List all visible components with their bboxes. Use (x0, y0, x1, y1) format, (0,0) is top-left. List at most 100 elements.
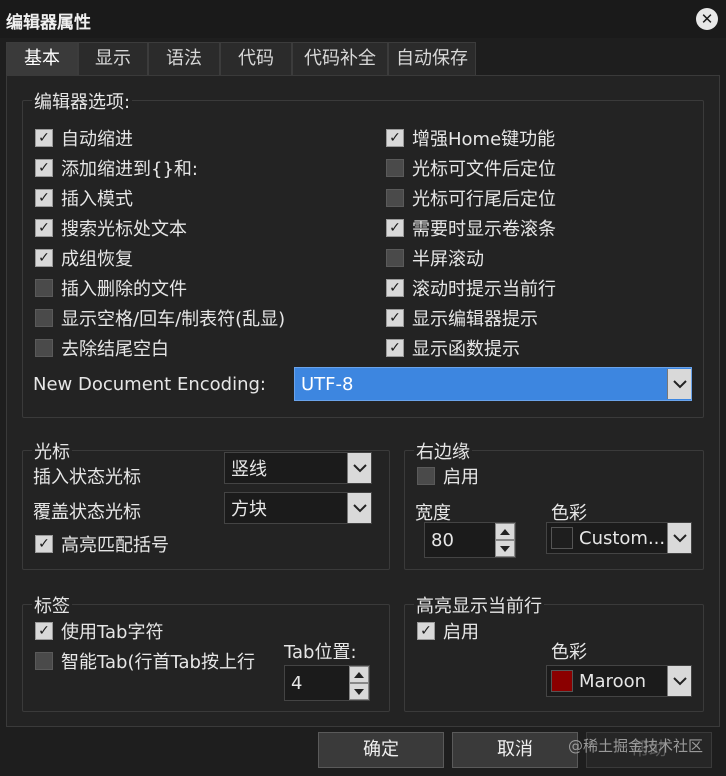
checkbox-label: 插入模式 (61, 189, 133, 210)
tab-syntax[interactable]: 语法 (148, 42, 220, 76)
checkbox-label: 增强Home键功能 (412, 129, 556, 150)
checkbox-box[interactable]: ✓ (386, 219, 404, 237)
chevron-down-icon[interactable] (347, 493, 371, 523)
checkbox-box[interactable] (35, 339, 53, 357)
tab-display[interactable]: 显示 (78, 42, 148, 76)
overwrite-cursor-value: 方块 (231, 499, 267, 520)
right-margin-color-value: Custom... (579, 527, 666, 549)
editor-options-title: 编辑器选项: (32, 88, 133, 114)
encoding-select[interactable]: UTF-8 (294, 367, 692, 401)
option-checkbox[interactable]: 插入删除的文件 (35, 276, 187, 300)
checkbox-box[interactable]: ✓ (386, 129, 404, 147)
checkbox-box[interactable] (386, 249, 404, 267)
checkbox-box[interactable]: ✓ (417, 622, 435, 640)
highlight-bracket-checkbox[interactable]: ✓ 高亮匹配括号 (35, 532, 169, 556)
close-icon[interactable]: ✕ (696, 8, 718, 30)
tab-position-label: Tab位置: (284, 642, 357, 663)
checkbox-box[interactable]: ✓ (35, 159, 53, 177)
checkbox-label: 插入删除的文件 (61, 279, 187, 300)
smart-tab-checkbox[interactable]: 智能Tab(行首Tab按上行 (35, 649, 255, 673)
option-checkbox[interactable]: ✓ 增强Home键功能 (386, 126, 555, 150)
highlight-line-color-value: Maroon (579, 670, 646, 692)
chevron-down-icon[interactable] (347, 453, 371, 483)
cancel-button[interactable]: 取消 (452, 732, 578, 768)
checkbox-box[interactable] (386, 159, 404, 177)
checkbox-label: 显示空格/回车/制表符(乱显) (61, 309, 286, 330)
option-checkbox[interactable]: ✓ 搜索光标处文本 (35, 216, 187, 240)
right-margin-width-stepper[interactable]: 80 (424, 522, 516, 558)
tab-basic[interactable]: 基本 (6, 42, 78, 78)
checkbox-box[interactable] (386, 189, 404, 207)
right-margin-enable-checkbox[interactable]: 启用 (417, 464, 479, 488)
insert-cursor-label: 插入状态光标 (33, 467, 141, 488)
highlight-line-title: 高亮显示当前行 (414, 592, 544, 618)
checkbox-label: 使用Tab字符 (61, 622, 164, 643)
option-checkbox[interactable]: ✓ 需要时显示卷滚条 (386, 216, 556, 240)
chevron-down-icon[interactable] (667, 666, 691, 696)
checkbox-box[interactable] (35, 652, 53, 670)
color-swatch (551, 527, 573, 549)
option-checkbox[interactable]: ✓ 插入模式 (35, 186, 133, 210)
checkbox-box[interactable]: ✓ (35, 622, 53, 640)
checkbox-label: 高亮匹配括号 (61, 535, 169, 556)
checkbox-label: 去除结尾空白 (61, 339, 169, 360)
checkbox-label: 自动缩进 (61, 129, 133, 150)
spin-up-icon[interactable] (495, 523, 515, 540)
checkbox-box[interactable] (417, 467, 435, 485)
checkbox-box[interactable]: ✓ (35, 249, 53, 267)
tab-code[interactable]: 代码 (220, 42, 292, 76)
checkbox-label: 显示函数提示 (412, 339, 520, 360)
chevron-down-icon[interactable] (667, 369, 691, 399)
checkbox-box[interactable] (35, 279, 53, 297)
checkbox-box[interactable] (35, 309, 53, 327)
highlight-line-enable-checkbox[interactable]: ✓ 启用 (417, 619, 479, 643)
right-margin-color-select[interactable]: Custom... (546, 522, 692, 554)
checkbox-box[interactable]: ✓ (35, 189, 53, 207)
option-checkbox[interactable]: ✓ 显示函数提示 (386, 336, 520, 360)
option-checkbox[interactable]: ✓ 成组恢复 (35, 246, 133, 270)
right-margin-title: 右边缘 (414, 438, 472, 464)
spin-down-icon[interactable] (495, 540, 515, 557)
checkbox-label: 启用 (443, 467, 479, 488)
tab-code-completion[interactable]: 代码补全 (292, 42, 388, 76)
option-checkbox[interactable]: 去除结尾空白 (35, 336, 169, 360)
checkbox-label: 搜索光标处文本 (61, 219, 187, 240)
tab-position-stepper[interactable]: 4 (284, 665, 370, 701)
checkbox-box[interactable]: ✓ (386, 339, 404, 357)
option-checkbox[interactable]: 显示空格/回车/制表符(乱显) (35, 306, 285, 330)
checkbox-box[interactable]: ✓ (386, 309, 404, 327)
encoding-label: New Document Encoding: (33, 374, 266, 395)
checkbox-box[interactable]: ✓ (35, 535, 53, 553)
checkbox-box[interactable]: ✓ (386, 279, 404, 297)
option-checkbox[interactable]: 光标可行尾后定位 (386, 186, 556, 210)
ok-button[interactable]: 确定 (318, 732, 444, 768)
use-tab-checkbox[interactable]: ✓ 使用Tab字符 (35, 619, 163, 643)
cursor-title: 光标 (32, 438, 72, 464)
spin-down-icon[interactable] (349, 683, 369, 700)
checkbox-label: 启用 (443, 622, 479, 643)
highlight-line-color-select[interactable]: Maroon (546, 665, 692, 697)
checkbox-box[interactable]: ✓ (35, 129, 53, 147)
tab-autosave[interactable]: 自动保存 (388, 42, 476, 76)
checkbox-label: 成组恢复 (61, 249, 133, 270)
option-checkbox[interactable]: ✓ 显示编辑器提示 (386, 306, 538, 330)
chevron-down-icon[interactable] (667, 523, 691, 553)
option-checkbox[interactable]: ✓ 滚动时提示当前行 (386, 276, 556, 300)
right-margin-width-value[interactable]: 80 (425, 530, 495, 551)
tab-position-value[interactable]: 4 (285, 673, 349, 694)
checkbox-label: 需要时显示卷滚条 (412, 219, 556, 240)
highlight-line-color-label: 色彩 (551, 642, 587, 663)
encoding-value: UTF-8 (301, 373, 354, 395)
title-bar: 编辑器属性 ✕ (0, 0, 726, 38)
option-checkbox[interactable]: 半屏滚动 (386, 246, 484, 270)
option-checkbox[interactable]: ✓ 自动缩进 (35, 126, 133, 150)
checkbox-label: 显示编辑器提示 (412, 309, 538, 330)
overwrite-cursor-select[interactable]: 方块 (224, 492, 372, 524)
option-checkbox[interactable]: 光标可文件后定位 (386, 156, 556, 180)
option-checkbox[interactable]: ✓ 添加缩进到{}和: (35, 156, 198, 180)
insert-cursor-select[interactable]: 竖线 (224, 452, 372, 484)
spin-up-icon[interactable] (349, 666, 369, 683)
color-swatch (551, 670, 573, 692)
checkbox-box[interactable]: ✓ (35, 219, 53, 237)
checkbox-label: 半屏滚动 (412, 249, 484, 270)
